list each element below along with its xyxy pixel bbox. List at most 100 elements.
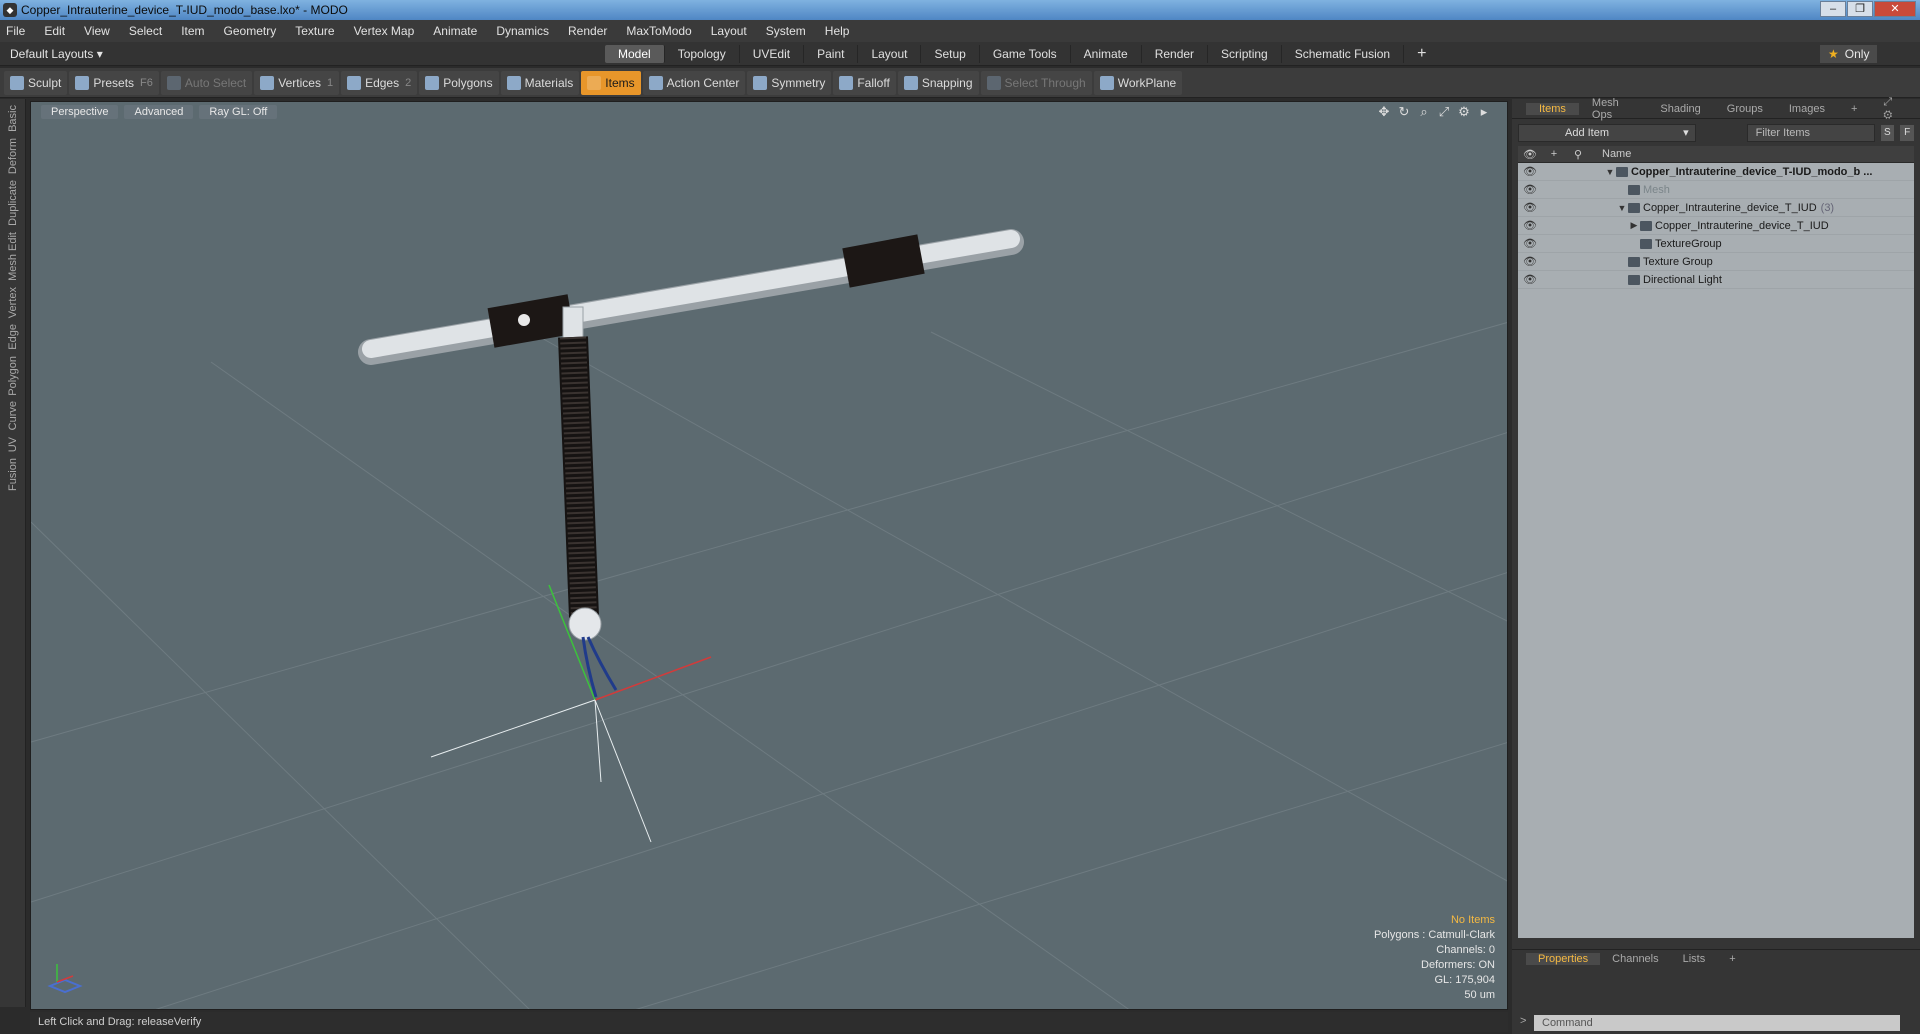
menu-texture[interactable]: Texture bbox=[295, 24, 334, 38]
tab-layout[interactable]: Layout bbox=[858, 45, 922, 63]
symmetry-button[interactable]: Symmetry bbox=[747, 70, 832, 95]
menu-animate[interactable]: Animate bbox=[433, 24, 477, 38]
tree-row[interactable]: 👁 TextureGroup bbox=[1518, 235, 1914, 253]
fit-icon[interactable]: ⤢ bbox=[1437, 104, 1451, 120]
tab-animate[interactable]: Animate bbox=[1071, 45, 1142, 63]
presets-button[interactable]: Presets F6 bbox=[69, 70, 159, 95]
visibility-eye-icon[interactable]: 👁 bbox=[1518, 165, 1542, 178]
menu-system[interactable]: System bbox=[766, 24, 806, 38]
falloff-button[interactable]: Falloff bbox=[833, 70, 896, 95]
rail-tab-vertex[interactable]: Vertex bbox=[7, 287, 19, 318]
view-mode-button[interactable]: Perspective bbox=[41, 105, 119, 119]
menu-vertex-map[interactable]: Vertex Map bbox=[354, 24, 415, 38]
snapping-button[interactable]: Snapping bbox=[897, 70, 979, 95]
edges-button[interactable]: Edges 2 bbox=[341, 70, 418, 95]
tab-properties[interactable]: Properties bbox=[1526, 952, 1601, 965]
expand-arrow-icon[interactable]: ▶ bbox=[1628, 220, 1640, 231]
add-tab-button[interactable]: + bbox=[1404, 45, 1439, 63]
tab-paint[interactable]: Paint bbox=[804, 45, 859, 63]
expand-arrow-icon[interactable]: ▼ bbox=[1604, 167, 1616, 177]
visibility-eye-icon[interactable]: 👁 bbox=[1518, 183, 1542, 196]
tab-channels[interactable]: Channels bbox=[1600, 953, 1670, 965]
shading-mode-button[interactable]: Advanced bbox=[124, 105, 194, 119]
type-column-icon[interactable]: ⚲ bbox=[1566, 148, 1590, 161]
visibility-eye-icon[interactable]: 👁 bbox=[1518, 237, 1542, 250]
menu-layout[interactable]: Layout bbox=[711, 24, 747, 38]
default-layouts-dropdown[interactable]: Default Layouts ▾ bbox=[10, 47, 103, 61]
command-input[interactable]: Command bbox=[1534, 1015, 1900, 1031]
tab-model[interactable]: Model bbox=[605, 45, 665, 63]
tab-render[interactable]: Render bbox=[1142, 45, 1209, 63]
tab-groups[interactable]: Groups bbox=[1714, 103, 1776, 115]
raygl-button[interactable]: Ray GL: Off bbox=[199, 105, 278, 119]
rail-tab-uv[interactable]: UV bbox=[7, 437, 19, 452]
tree-row[interactable]: 👁 Mesh bbox=[1518, 181, 1914, 199]
close-button[interactable]: ✕ bbox=[1874, 1, 1916, 17]
rail-tab-polygon[interactable]: Polygon bbox=[7, 356, 19, 396]
tree-row[interactable]: 👁 ▼ Copper_Intrauterine_device_T_IUD (3) bbox=[1518, 199, 1914, 217]
add-panel-tab-button[interactable]: + bbox=[1838, 103, 1870, 115]
rail-tab-fusion[interactable]: Fusion bbox=[7, 458, 19, 491]
rail-tab-duplicate[interactable]: Duplicate bbox=[7, 180, 19, 226]
tree-row[interactable]: 👁 ▼ Copper_Intrauterine_device_T-IUD_modo_… bbox=[1518, 163, 1914, 181]
tab-images[interactable]: Images bbox=[1776, 103, 1838, 115]
lock-column-icon[interactable]: + bbox=[1542, 148, 1566, 160]
rail-tab-deform[interactable]: Deform bbox=[7, 138, 19, 174]
menu-file[interactable]: File bbox=[6, 24, 25, 38]
workplane-button[interactable]: WorkPlane bbox=[1093, 70, 1183, 95]
tab-scripting[interactable]: Scripting bbox=[1208, 45, 1282, 63]
zoom-icon[interactable]: ⌕ bbox=[1417, 104, 1431, 120]
minimize-button[interactable]: ‒ bbox=[1820, 1, 1846, 17]
filter-s-button[interactable]: S bbox=[1880, 125, 1895, 141]
panel-settings-icon[interactable]: ⤢ ⚙ bbox=[1870, 96, 1914, 122]
sculpt-button[interactable]: Sculpt bbox=[4, 70, 68, 95]
rail-tab-mesh-edit[interactable]: Mesh Edit bbox=[7, 232, 19, 281]
tab-lists[interactable]: Lists bbox=[1671, 953, 1718, 965]
filter-items-input[interactable]: Filter Items bbox=[1746, 124, 1875, 142]
visibility-column-eye-icon[interactable]: 👁 bbox=[1518, 148, 1542, 161]
materials-button[interactable]: Materials bbox=[500, 70, 580, 95]
visibility-eye-icon[interactable]: 👁 bbox=[1518, 219, 1542, 232]
items-button[interactable]: Items bbox=[581, 70, 641, 95]
rotate-icon[interactable]: ↻ bbox=[1397, 104, 1411, 120]
only-toggle[interactable]: ★ Only bbox=[1820, 45, 1878, 63]
visibility-eye-icon[interactable]: 👁 bbox=[1518, 273, 1542, 286]
add-item-dropdown[interactable]: Add Item ▾ bbox=[1518, 124, 1696, 142]
vertices-button[interactable]: Vertices 1 bbox=[254, 70, 340, 95]
menu-select[interactable]: Select bbox=[129, 24, 162, 38]
3d-viewport[interactable]: Perspective Advanced Ray GL: Off ✥ ↻ ⌕ ⤢… bbox=[30, 101, 1508, 1010]
tab-schematic-fusion[interactable]: Schematic Fusion bbox=[1282, 45, 1405, 63]
visibility-eye-icon[interactable]: 👁 bbox=[1518, 255, 1542, 268]
pan-icon[interactable]: ✥ bbox=[1377, 104, 1391, 120]
expand-arrow-icon[interactable]: ▼ bbox=[1616, 203, 1628, 213]
tab-game-tools[interactable]: Game Tools bbox=[980, 45, 1071, 63]
tree-row[interactable]: 👁 Directional Light bbox=[1518, 271, 1914, 289]
tab-setup[interactable]: Setup bbox=[921, 45, 980, 63]
menu-help[interactable]: Help bbox=[825, 24, 850, 38]
select-through-button[interactable]: Select Through bbox=[980, 70, 1092, 95]
tab-shading[interactable]: Shading bbox=[1647, 103, 1713, 115]
tab-uvedit[interactable]: UVEdit bbox=[740, 45, 805, 63]
tree-row[interactable]: 👁 ▶ Copper_Intrauterine_device_T_IUD bbox=[1518, 217, 1914, 235]
gear-icon[interactable]: ⚙ bbox=[1457, 104, 1471, 120]
name-column-header[interactable]: Name bbox=[1590, 148, 1631, 160]
rail-tab-basic[interactable]: Basic bbox=[7, 105, 19, 132]
menu-edit[interactable]: Edit bbox=[44, 24, 65, 38]
rail-tab-edge[interactable]: Edge bbox=[7, 324, 19, 350]
menu-maxtomodo[interactable]: MaxToModo bbox=[626, 24, 691, 38]
menu-dynamics[interactable]: Dynamics bbox=[496, 24, 549, 38]
add-properties-tab-button[interactable]: + bbox=[1717, 953, 1747, 965]
visibility-eye-icon[interactable]: 👁 bbox=[1518, 201, 1542, 214]
expand-arrow-icon[interactable]: ▸ bbox=[1477, 104, 1491, 120]
tab-items[interactable]: Items bbox=[1526, 102, 1579, 115]
menu-view[interactable]: View bbox=[84, 24, 110, 38]
menu-geometry[interactable]: Geometry bbox=[224, 24, 277, 38]
tree-row[interactable]: 👁 Texture Group bbox=[1518, 253, 1914, 271]
polygons-button[interactable]: Polygons bbox=[419, 70, 499, 95]
action-center-button[interactable]: Action Center bbox=[642, 70, 746, 95]
filter-f-button[interactable]: F bbox=[1900, 125, 1914, 141]
menu-item[interactable]: Item bbox=[181, 24, 204, 38]
tab-topology[interactable]: Topology bbox=[665, 45, 740, 63]
auto-select-button[interactable]: Auto Select bbox=[160, 70, 253, 95]
rail-tab-curve[interactable]: Curve bbox=[7, 401, 19, 430]
